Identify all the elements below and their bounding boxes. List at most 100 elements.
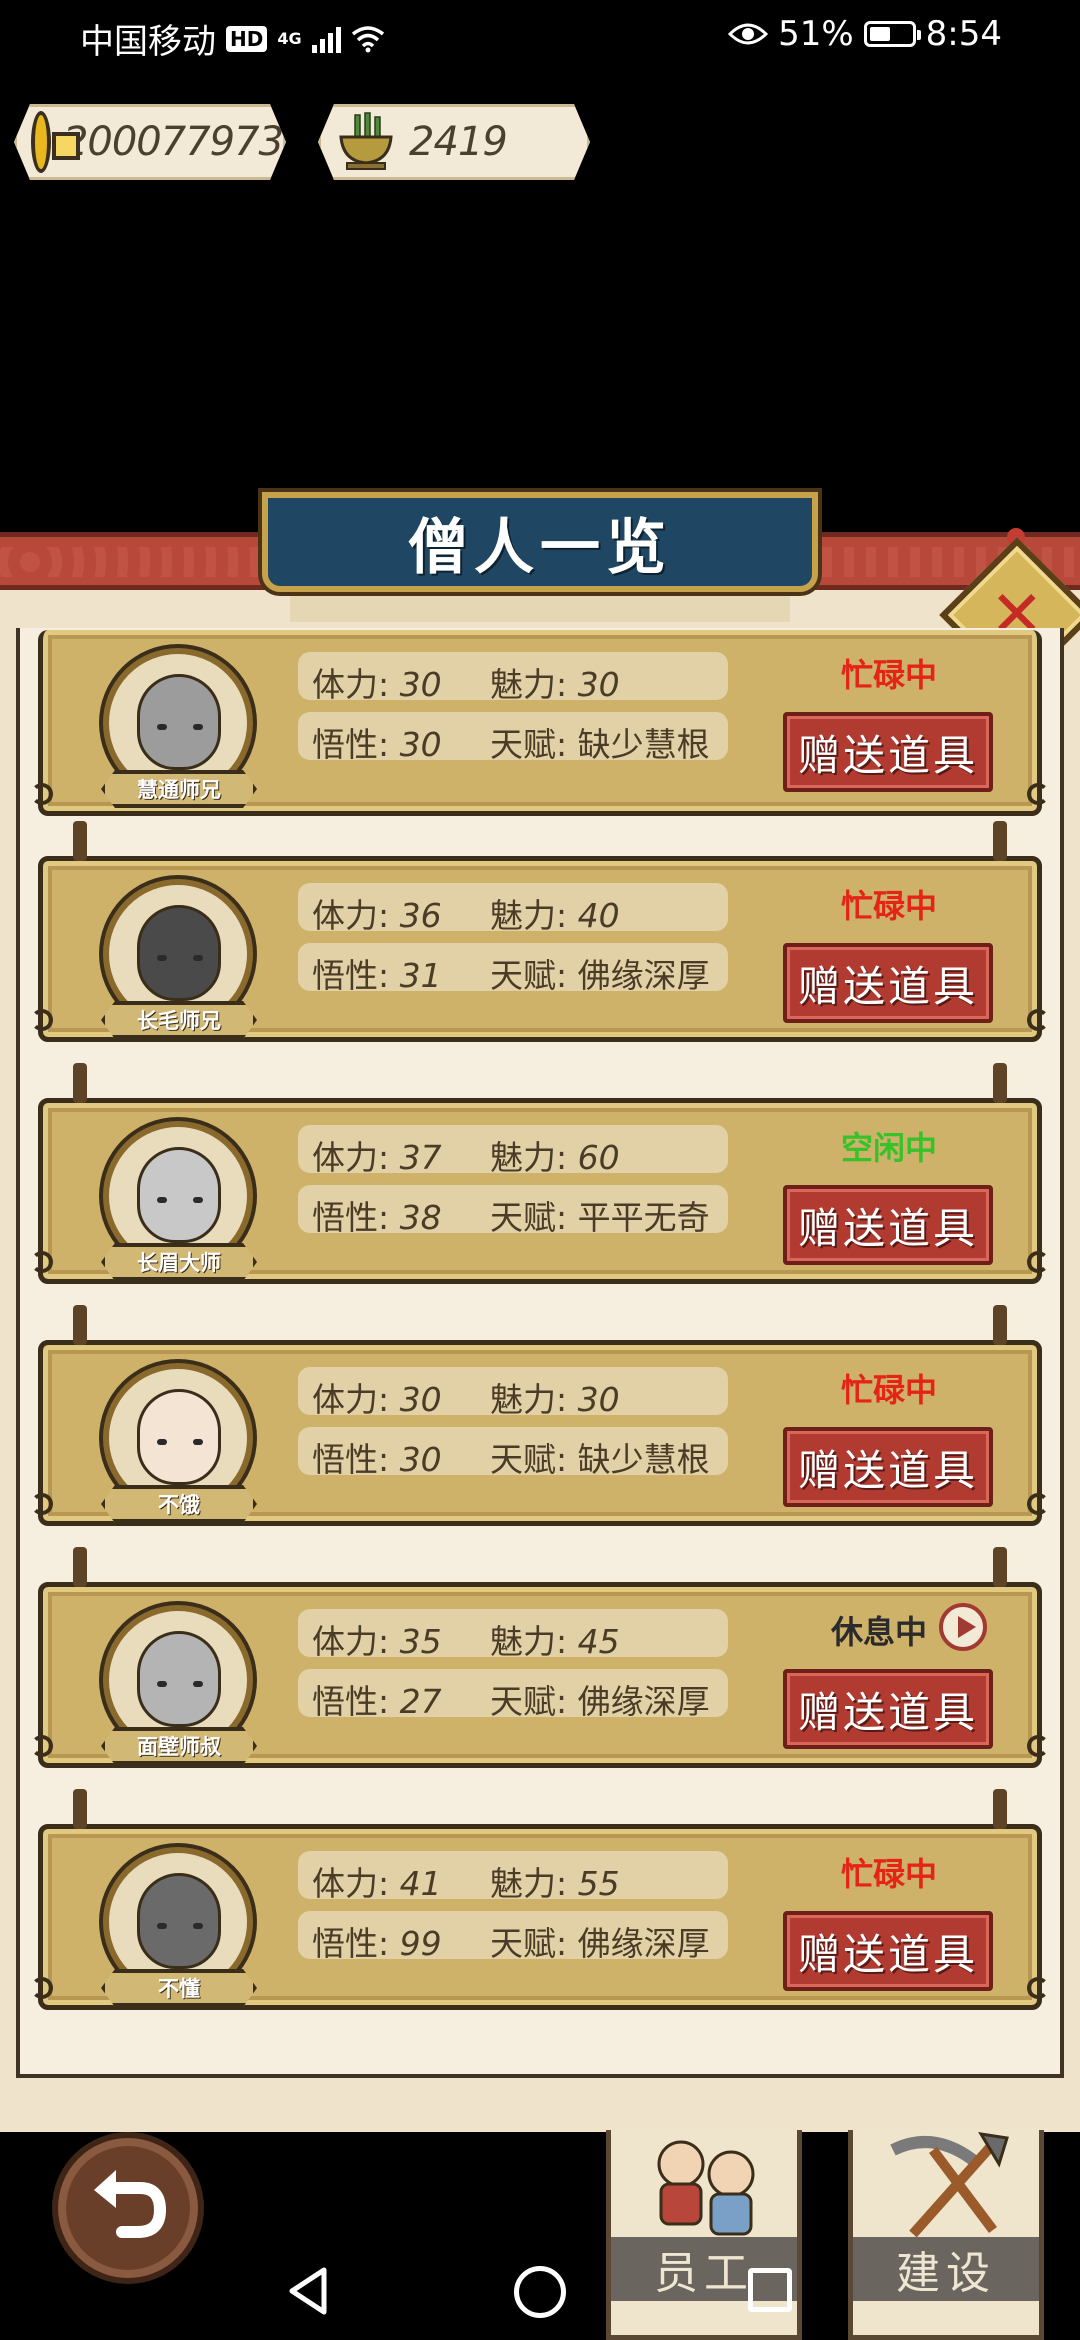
- wisdom-value: 31: [399, 956, 442, 995]
- gift-item-button[interactable]: 赠送道具: [783, 1185, 993, 1265]
- stamina-stat: 体力: 41: [312, 1857, 442, 1905]
- portrait-eye: [193, 955, 203, 961]
- stamina-stat: 体力: 37: [312, 1131, 442, 1179]
- charm-stat: 魅力: 60: [490, 1131, 620, 1179]
- stamina-label: 体力:: [312, 1864, 390, 1903]
- scroll-curl: [1027, 1977, 1049, 1999]
- hanging-hook: [993, 1789, 1007, 1829]
- portrait-eye: [157, 1439, 167, 1445]
- monk-status: 休息中: [830, 1613, 927, 1651]
- monk-status: 忙碌中: [840, 1855, 937, 1893]
- gift-item-button[interactable]: 赠送道具: [783, 1427, 993, 1507]
- stamina-label: 体力:: [312, 1380, 390, 1419]
- scroll-curl: [1027, 1009, 1049, 1031]
- stamina-value: 30: [399, 665, 442, 704]
- portrait-eye: [193, 1681, 203, 1687]
- stamina-label: 体力:: [312, 665, 390, 704]
- stamina-label: 体力:: [312, 896, 390, 935]
- monk-name: 长毛师兄: [101, 1001, 257, 1039]
- status-left: 中国移动 HD 4G: [80, 14, 385, 63]
- monk-card[interactable]: 长眉大师 体力: 37 魅力: 60 悟性: 38 天赋: 平平无奇 空闲中 赠…: [31, 1063, 1049, 1284]
- portrait-eye: [157, 1681, 167, 1687]
- coin-counter[interactable]: 200077973: [14, 104, 286, 180]
- monk-portrait-icon: [137, 1389, 221, 1485]
- stat-row-2: 悟性: 38 天赋: 平平无奇: [298, 1185, 728, 1237]
- scroll-curl: [31, 1251, 53, 1273]
- monk-status: 忙碌中: [840, 1371, 937, 1409]
- monk-stats: 体力: 30 魅力: 30 悟性: 30 天赋: 缺少慧根: [298, 652, 728, 772]
- wisdom-label: 悟性:: [312, 1198, 390, 1237]
- portrait-eye: [157, 955, 167, 961]
- portrait-eye: [157, 1923, 167, 1929]
- nav-home-icon[interactable]: [514, 2266, 566, 2318]
- monk-card[interactable]: 不饿 体力: 30 魅力: 30 悟性: 30 天赋: 缺少慧根 忙碌中 赠送道…: [31, 1305, 1049, 1526]
- talent-label: 天赋:: [490, 725, 568, 764]
- battery-icon: [863, 21, 921, 47]
- charm-value: 55: [577, 1864, 620, 1903]
- wisdom-stat: 悟性: 30: [312, 718, 442, 766]
- play-icon[interactable]: [939, 1603, 987, 1651]
- monk-status: 忙碌中: [840, 656, 937, 694]
- talent-stat: 天赋: 平平无奇: [490, 1191, 710, 1239]
- monk-portrait-icon: [137, 1873, 221, 1969]
- hanging-hook: [73, 1547, 87, 1587]
- wisdom-value: 30: [399, 1440, 442, 1479]
- charm-value: 40: [577, 896, 620, 935]
- scroll-curl: [1027, 1735, 1049, 1757]
- charm-stat: 魅力: 30: [490, 658, 620, 706]
- scroll-curl: [1027, 1251, 1049, 1273]
- monk-name: 不饿: [101, 1485, 257, 1523]
- wisdom-stat: 悟性: 30: [312, 1433, 442, 1481]
- hd-badge: HD: [226, 25, 268, 52]
- stat-row-2: 悟性: 30 天赋: 缺少慧根: [298, 712, 728, 764]
- nav-back-icon[interactable]: [286, 2266, 330, 2316]
- wisdom-label: 悟性:: [312, 1440, 390, 1479]
- nav-recents-icon[interactable]: [748, 2268, 792, 2312]
- stat-row-1: 体力: 36 魅力: 40: [298, 883, 728, 935]
- monk-stats: 体力: 37 魅力: 60 悟性: 38 天赋: 平平无奇: [298, 1125, 728, 1245]
- network-type: 4G: [277, 29, 302, 48]
- wisdom-label: 悟性:: [312, 956, 390, 995]
- hanging-hook: [73, 821, 87, 861]
- stamina-label: 体力:: [312, 1622, 390, 1661]
- monk-portrait-icon: [137, 1147, 221, 1243]
- wifi-icon: [351, 25, 384, 52]
- monk-stats: 体力: 36 魅力: 40 悟性: 31 天赋: 佛缘深厚: [298, 883, 728, 1003]
- hanging-hook: [993, 1063, 1007, 1103]
- stamina-stat: 体力: 30: [312, 658, 442, 706]
- monk-stats: 体力: 41 魅力: 55 悟性: 99 天赋: 佛缘深厚: [298, 1851, 728, 1971]
- gift-item-button[interactable]: 赠送道具: [783, 943, 993, 1023]
- wisdom-label: 悟性:: [312, 725, 390, 764]
- gift-item-button[interactable]: 赠送道具: [783, 1669, 993, 1749]
- hanging-hook: [993, 1305, 1007, 1345]
- talent-value: 平平无奇: [577, 1198, 710, 1237]
- stamina-value: 30: [399, 1380, 442, 1419]
- hanging-hook: [73, 1789, 87, 1829]
- panel-title: 僧人一览: [408, 512, 672, 583]
- charm-label: 魅力:: [490, 1380, 568, 1419]
- monk-card[interactable]: 长毛师兄 体力: 36 魅力: 40 悟性: 31 天赋: 佛缘深厚 忙碌中 赠…: [31, 821, 1049, 1042]
- monk-card[interactable]: 面壁师叔 体力: 35 魅力: 45 悟性: 27 天赋: 佛缘深厚 休息中 赠…: [31, 1547, 1049, 1768]
- wisdom-stat: 悟性: 99: [312, 1917, 442, 1965]
- monk-card[interactable]: 不懂 体力: 41 魅力: 55 悟性: 99 天赋: 佛缘深厚 忙碌中 赠送道…: [31, 1789, 1049, 2010]
- talent-value: 缺少慧根: [577, 1440, 710, 1479]
- monk-stats: 体力: 30 魅力: 30 悟性: 30 天赋: 缺少慧根: [298, 1367, 728, 1487]
- monk-portrait-icon: [137, 905, 221, 1001]
- stat-row-1: 体力: 30 魅力: 30: [298, 652, 728, 704]
- gift-item-button[interactable]: 赠送道具: [783, 712, 993, 792]
- wisdom-label: 悟性:: [312, 1682, 390, 1721]
- charm-value: 60: [577, 1138, 620, 1177]
- portrait-eye: [193, 1439, 203, 1445]
- incense-counter[interactable]: 2419: [318, 104, 590, 180]
- monk-status: 忙碌中: [840, 887, 937, 925]
- monk-name: 面壁师叔: [101, 1727, 257, 1765]
- talent-stat: 天赋: 缺少慧根: [490, 1433, 710, 1481]
- monk-name: 慧通师兄: [101, 770, 257, 808]
- staff-icon: [657, 2140, 755, 2236]
- monk-card[interactable]: 慧通师兄 体力: 30 魅力: 30 悟性: 30 天赋: 缺少慧根 忙碌中 赠…: [31, 630, 1049, 816]
- eye-icon: [728, 23, 769, 45]
- stamina-stat: 体力: 30: [312, 1373, 442, 1421]
- charm-label: 魅力:: [490, 1864, 568, 1903]
- gift-item-button[interactable]: 赠送道具: [783, 1911, 993, 1991]
- stamina-value: 36: [399, 896, 442, 935]
